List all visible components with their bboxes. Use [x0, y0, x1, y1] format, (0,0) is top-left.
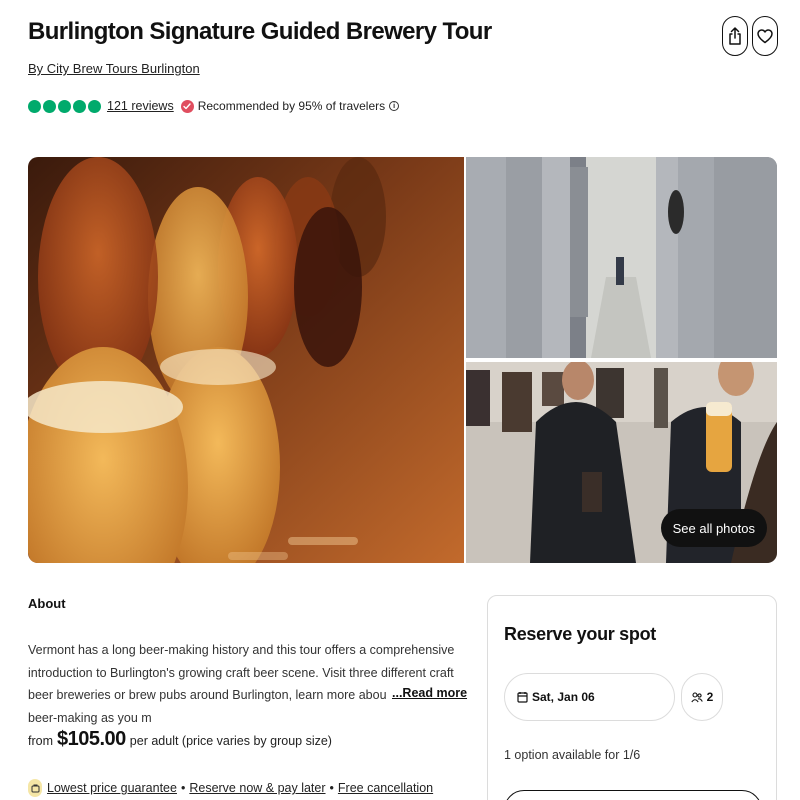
rating-bubble — [28, 99, 41, 113]
check-availability-button[interactable] — [504, 790, 762, 800]
rating-bubble — [73, 99, 86, 113]
read-more-link[interactable]: ...Read more — [386, 683, 468, 703]
lowest-price-guarantee-link[interactable]: Lowest price guarantee — [47, 781, 177, 795]
calendar-icon — [517, 691, 528, 703]
benefit-separator: • — [180, 781, 186, 795]
benefit-separator: • — [329, 781, 334, 795]
operator-link[interactable]: By City Brew Tours Burlington — [28, 61, 200, 76]
guest-picker[interactable]: 2 — [681, 673, 723, 721]
rating-bubbles — [28, 99, 101, 113]
photo-gallery: See all photos — [28, 157, 777, 563]
reserve-now-pay-later-link[interactable]: Reserve now & pay later — [189, 781, 325, 795]
share-icon — [729, 27, 741, 45]
share-button[interactable] — [722, 16, 748, 56]
date-picker[interactable]: Sat, Jan 06 — [504, 673, 675, 721]
price-tag-icon — [28, 779, 42, 797]
rating-bubble — [58, 99, 71, 113]
options-available-text: 1 option available for 1/6 — [504, 748, 641, 762]
price-row: from $105.00 per adult (price varies by … — [28, 728, 332, 751]
recommended-badge-icon — [180, 99, 194, 113]
brewery-tanks-photo[interactable] — [466, 157, 777, 358]
price-from-label: from — [28, 734, 53, 748]
page-title: Burlington Signature Guided Brewery Tour — [28, 18, 492, 45]
reviews-link[interactable]: 121 reviews — [107, 99, 174, 113]
free-cancellation-link[interactable]: Free cancellation — [338, 781, 433, 795]
info-icon[interactable]: i — [389, 101, 400, 111]
price-amount: $105.00 — [57, 728, 126, 750]
see-all-photos-button[interactable]: See all photos — [660, 509, 767, 547]
recommended-text: Recommended by 95% of travelers — [197, 99, 386, 113]
save-button[interactable] — [752, 16, 778, 56]
rating-bubble — [88, 99, 101, 113]
rating-row: 121 reviews Recommended by 95% of travel… — [28, 96, 400, 116]
rating-bubble — [43, 99, 56, 113]
tour-group-photo[interactable]: See all photos — [466, 362, 777, 563]
selected-date: Sat, Jan 06 — [532, 690, 595, 704]
price-per-label: per adult (price varies by group size) — [129, 734, 332, 748]
benefits-row: Lowest price guarantee • Reserve now & p… — [28, 779, 433, 797]
reserve-title: Reserve your spot — [504, 624, 656, 644]
beer-glasses-photo[interactable] — [28, 157, 464, 563]
reserve-card: Reserve your spot Sat, Jan 06 2 1 option… — [487, 595, 777, 800]
travelers-icon — [691, 691, 703, 703]
guest-count: 2 — [706, 690, 714, 704]
heart-icon — [757, 28, 773, 43]
about-heading: About — [28, 596, 66, 611]
